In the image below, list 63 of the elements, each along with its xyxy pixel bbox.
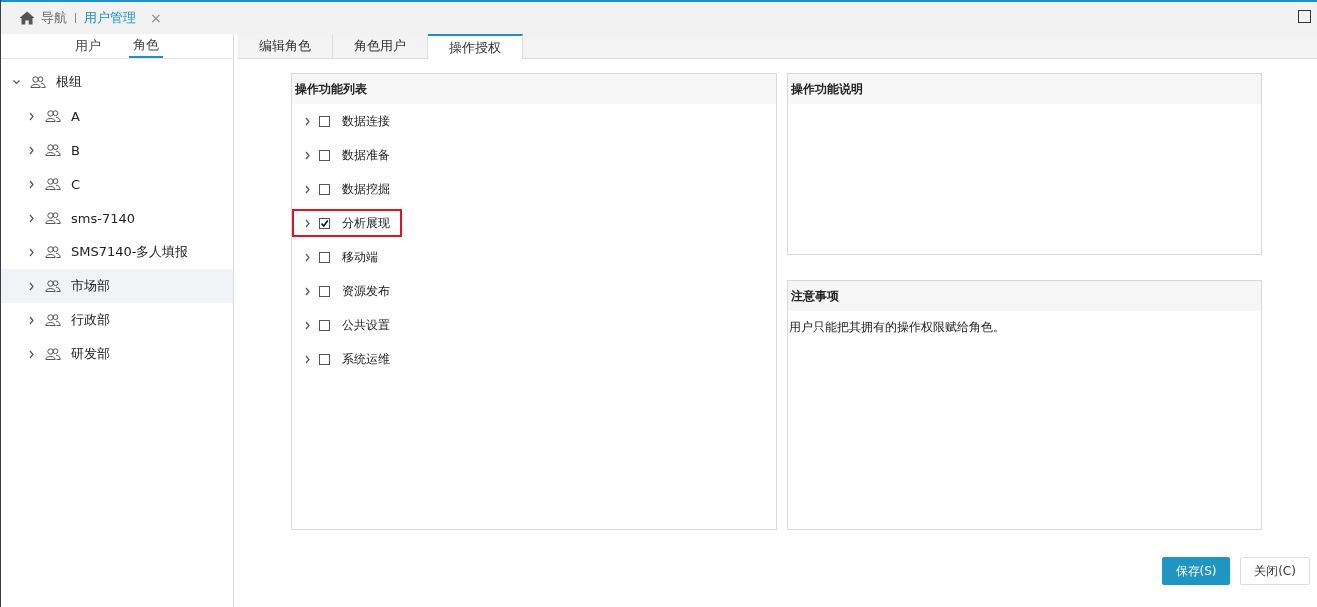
tree-item[interactable]: 研发部: [1, 337, 233, 371]
expand-icon[interactable]: [28, 349, 35, 359]
user-group-icon: [45, 348, 61, 360]
expand-icon[interactable]: [28, 315, 35, 325]
user-group-icon: [45, 212, 61, 224]
function-label: 数据准备: [342, 146, 390, 164]
user-group-icon: [45, 178, 61, 190]
checkbox[interactable]: [319, 285, 330, 297]
checkbox[interactable]: [319, 115, 330, 127]
sidebar-tab[interactable]: 角色: [129, 34, 163, 58]
tree-item[interactable]: 根组: [1, 65, 233, 99]
tree-item[interactable]: sms-7140: [1, 201, 233, 235]
maximize-icon[interactable]: [1298, 10, 1311, 23]
collapse-icon[interactable]: [13, 77, 20, 87]
expand-icon[interactable]: [28, 281, 35, 291]
panel-title: 操作功能列表: [292, 74, 776, 104]
user-group-icon: [45, 280, 61, 292]
content-tab[interactable]: 操作授权: [428, 34, 523, 59]
tree-item[interactable]: 市场部: [1, 269, 233, 303]
expand-icon[interactable]: [28, 179, 35, 189]
user-group-icon: [45, 144, 61, 156]
tree-item[interactable]: SMS7140-多人填报: [1, 235, 233, 269]
checkbox[interactable]: [319, 319, 330, 331]
expand-icon[interactable]: [304, 354, 311, 364]
sidebar-tab[interactable]: 用户: [71, 34, 105, 58]
function-label: 分析展现: [342, 214, 390, 232]
function-label: 公共设置: [342, 316, 390, 334]
tree-item[interactable]: 行政部: [1, 303, 233, 337]
tree-item[interactable]: C: [1, 167, 233, 201]
function-label: 移动端: [342, 248, 378, 266]
expand-icon[interactable]: [28, 213, 35, 223]
notes-text: 用户只能把其拥有的操作权限赋给角色。: [788, 319, 1006, 336]
panel-title: 注意事项: [788, 281, 1261, 311]
tree-item[interactable]: A: [1, 99, 233, 133]
function-label: 数据连接: [342, 112, 390, 130]
expand-icon[interactable]: [304, 150, 311, 160]
content-tab[interactable]: 编辑角色: [238, 34, 333, 58]
checkbox[interactable]: [319, 217, 330, 229]
expand-icon[interactable]: [28, 111, 35, 121]
close-button[interactable]: 关闭(C): [1240, 557, 1310, 585]
function-label: 资源发布: [342, 282, 390, 300]
user-group-icon: [30, 76, 46, 88]
checkbox[interactable]: [319, 251, 330, 263]
expand-icon[interactable]: [304, 252, 311, 262]
expand-icon[interactable]: [304, 116, 311, 126]
function-label: 系统运维: [342, 350, 390, 368]
home-tab[interactable]: 导航: [19, 9, 67, 27]
expand-icon[interactable]: [28, 145, 35, 155]
checkbox[interactable]: [319, 183, 330, 195]
expand-icon[interactable]: [28, 247, 35, 257]
expand-icon[interactable]: [304, 218, 311, 228]
tree-item[interactable]: B: [1, 133, 233, 167]
home-icon: [19, 11, 35, 25]
user-group-icon: [45, 246, 61, 258]
user-group-icon: [45, 110, 61, 122]
checkbox[interactable]: [319, 149, 330, 161]
function-label: 数据挖掘: [342, 180, 390, 198]
panel-title: 操作功能说明: [788, 74, 1261, 104]
expand-icon[interactable]: [304, 184, 311, 194]
user-group-icon: [45, 314, 61, 326]
expand-icon[interactable]: [304, 320, 311, 330]
expand-icon[interactable]: [304, 286, 311, 296]
checkbox[interactable]: [319, 353, 330, 365]
